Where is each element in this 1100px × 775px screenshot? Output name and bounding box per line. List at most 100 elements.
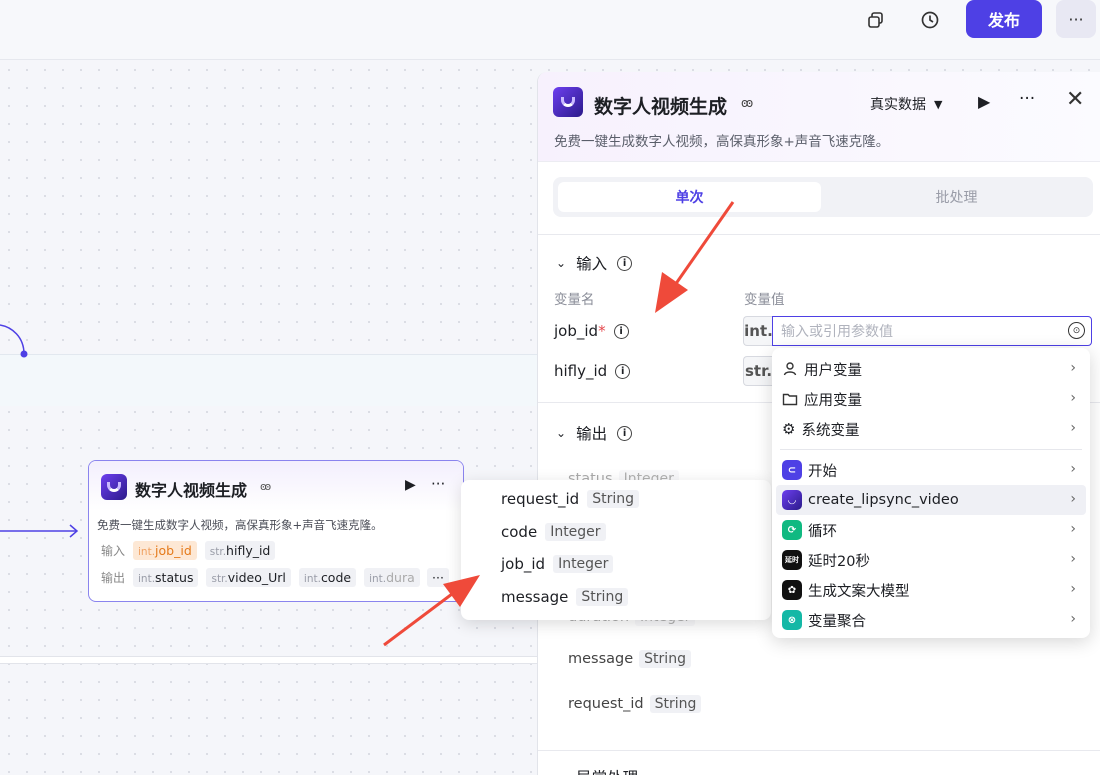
mode-tabs: 单次 批处理 (553, 177, 1093, 217)
chevron-down-icon: ⌄ (556, 256, 567, 270)
folder-icon (782, 393, 798, 406)
loop-node-icon: ⟳ (782, 520, 802, 540)
start-node-icon: ⊂ (782, 460, 802, 480)
chevron-right-icon: › (1070, 551, 1076, 567)
top-bar: 发布 ··· (0, 0, 1100, 60)
close-icon[interactable]: ✕ (1066, 87, 1084, 112)
gear-icon: ⚙ (782, 420, 796, 438)
aggregate-node-icon: ⊗ (782, 610, 802, 630)
tab-batch[interactable]: 批处理 (825, 182, 1088, 212)
chevron-right-icon: › (1070, 521, 1076, 537)
node-input-chip: int.job_id (133, 541, 197, 560)
dropdown-item-user-vars[interactable]: 用户变量 › (776, 354, 1086, 384)
dropdown-node-aggregate[interactable]: ⊗ 变量聚合 › (776, 605, 1086, 635)
job-id-value-input[interactable]: 输入或引用参数值 ⊙ (772, 316, 1092, 346)
chevron-right-icon: › (1070, 461, 1076, 477)
node-output-chip: str.video_Url (206, 568, 291, 587)
divider (780, 449, 1082, 450)
var-hifly-id: hifly_id i (554, 362, 631, 380)
app-logo-icon (101, 474, 127, 500)
type-indicator: int. (743, 316, 773, 346)
node-inputs-row: 输入 int.job_id str.hifly_id (101, 541, 276, 560)
input-section-title: 输入 (576, 255, 608, 273)
type-indicator: str. (743, 356, 773, 386)
app-logo-icon (553, 87, 583, 117)
field-item[interactable]: job_id Integer (501, 555, 614, 573)
chevron-right-icon: › (1070, 420, 1076, 436)
panel-description: 免费一键生成数字人视频，高保真形象+声音飞速克隆。 (554, 134, 890, 150)
field-item[interactable]: code Integer (501, 523, 606, 541)
chevron-down-icon: ⌄ (556, 770, 566, 775)
node-input-label: 输入 (101, 544, 126, 558)
info-icon: i (617, 425, 633, 441)
plugin-node-icon: ◡ (782, 490, 802, 510)
canvas-divider (0, 656, 537, 664)
canvas-band (0, 354, 537, 406)
divider (538, 234, 1100, 235)
ellipsis-icon: ··· (1068, 9, 1084, 29)
node-output-label: 输出 (101, 571, 126, 585)
info-icon: i (617, 255, 633, 271)
chevron-down-icon: ⌄ (556, 426, 567, 440)
panel-more-button[interactable]: ··· (1019, 89, 1035, 109)
user-icon (783, 362, 797, 376)
node-description: 免费一键生成数字人视频，高保真形象+声音飞速克隆。 (97, 518, 383, 532)
info-icon: i (613, 323, 629, 339)
chevron-right-icon: › (1070, 360, 1076, 376)
dropdown-node-start[interactable]: ⊂ 开始 › (776, 455, 1086, 485)
digital-human-node[interactable]: 数字人视频生成 ꙭ ▶ ··· 免费一键生成数字人视频，高保真形象+声音飞速克隆… (88, 460, 464, 602)
llm-node-icon: ✿ (782, 580, 802, 600)
data-mode-select[interactable]: 真实数据 ▼ (870, 94, 942, 114)
node-outputs-more-button[interactable]: ··· (427, 568, 449, 587)
dropdown-node-create-lipsync-video[interactable]: ◡ create_lipsync_video › (776, 485, 1086, 515)
node-output-chip: int.status (133, 568, 199, 587)
variable-reference-dropdown: 用户变量 › 应用变量 › ⚙ 系统变量 › ⊂ 开始 › ◡ create_lipsy… (772, 348, 1090, 638)
publish-button[interactable]: 发布 (966, 0, 1042, 38)
output-section-header[interactable]: ⌄ 输出 i (556, 422, 633, 444)
var-job-id: job_id* i (554, 322, 629, 340)
var-name-header: 变量名 (554, 292, 595, 308)
input-section-header[interactable]: ⌄ 输入 i (556, 252, 633, 274)
chevron-right-icon: › (1070, 581, 1076, 597)
dropdown-item-app-vars[interactable]: 应用变量 › (776, 384, 1086, 414)
chevron-right-icon: › (1070, 611, 1076, 627)
connection-lines (0, 324, 79, 538)
output-section-title: 输出 (576, 425, 608, 443)
output-item: message String (568, 650, 691, 668)
more-options-button[interactable]: ··· (1056, 0, 1096, 38)
delay-node-icon: 延时 (782, 550, 802, 570)
field-item[interactable]: message String (501, 588, 629, 606)
panel-title: 数字人视频生成 (594, 96, 728, 118)
title-badge-icon: ꙭ (741, 96, 754, 110)
dropdown-item-system-vars[interactable]: ⚙ 系统变量 › (776, 414, 1086, 444)
node-outputs-row: 输出 int.status str.video_Url int.code int… (101, 568, 420, 587)
var-value-header: 变量值 (744, 292, 785, 308)
info-icon: i (615, 363, 631, 379)
error-handling-title: 异常处理 (576, 766, 638, 775)
node-title: 数字人视频生成 (135, 481, 248, 500)
caret-down-icon: ▼ (934, 97, 943, 111)
history-icon[interactable] (916, 6, 944, 34)
dropdown-node-loop[interactable]: ⟳ 循环 › (776, 515, 1086, 545)
value-placeholder: 输入或引用参数值 (781, 324, 893, 340)
dropdown-node-llm[interactable]: ✿ 生成文案大模型 › (776, 575, 1086, 605)
output-fields-popup: request_id String code Integer job_id Integ… (461, 480, 771, 620)
node-output-chip: int.dura (364, 568, 420, 587)
error-handling-header[interactable]: ⌄ 异常处理 (556, 766, 638, 775)
dropdown-node-delay[interactable]: 延时 延时20秒 › (776, 545, 1086, 575)
divider (538, 750, 1100, 751)
node-output-chip: int.code (298, 568, 357, 587)
output-item: request_id String (568, 695, 702, 713)
field-item[interactable]: request_id String (501, 490, 639, 508)
run-icon[interactable]: ▶ (978, 92, 990, 111)
node-input-chip: str.hifly_id (204, 541, 276, 560)
run-node-icon[interactable]: ▶ (405, 477, 416, 493)
copy-icon[interactable] (862, 6, 890, 34)
chevron-right-icon: › (1070, 491, 1076, 507)
node-badge-icon: ꙭ (260, 480, 272, 493)
node-more-button[interactable]: ··· (431, 475, 445, 493)
chevron-right-icon: › (1070, 390, 1076, 406)
tab-single[interactable]: 单次 (558, 182, 821, 212)
reference-variable-icon[interactable]: ⊙ (1068, 322, 1085, 339)
data-mode-label: 真实数据 (870, 97, 926, 113)
